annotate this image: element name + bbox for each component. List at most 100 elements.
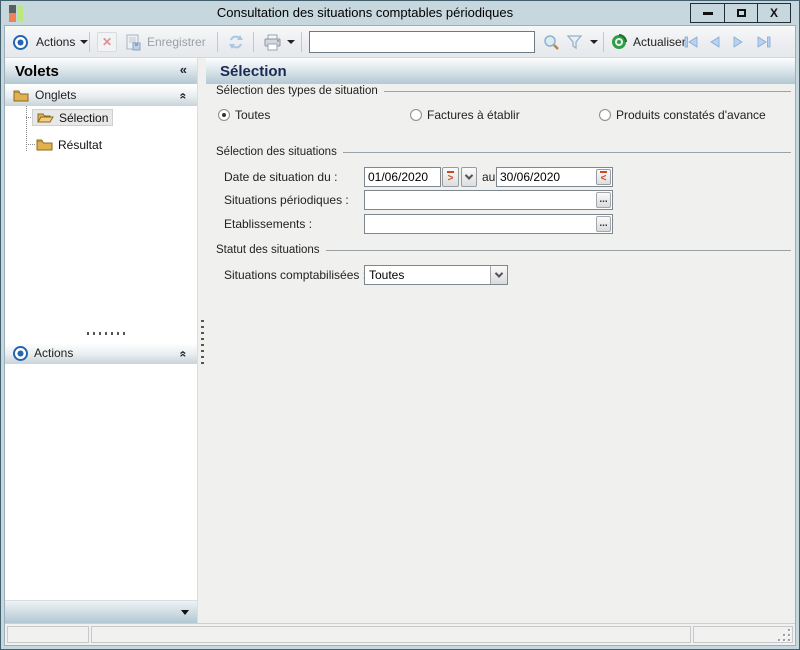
splitter-handle	[201, 320, 204, 364]
onglets-tree: Sélection Résultat	[5, 106, 197, 216]
search-button[interactable]	[543, 26, 560, 58]
overflow-arrow-icon	[181, 610, 189, 615]
search-icon	[544, 34, 559, 50]
nav-next-button[interactable]	[732, 26, 745, 58]
content-area: Volets « Onglets « Sélection Résultat Ac…	[5, 58, 795, 623]
status-cell-middle	[91, 626, 691, 643]
title-bar: Consultation des situations comptables p…	[1, 1, 799, 25]
comptabilisees-select[interactable]: Toutes	[364, 265, 508, 285]
app-icon	[9, 5, 24, 22]
folder-icon	[36, 139, 53, 151]
radio-icon[interactable]	[218, 109, 230, 121]
status-bar	[5, 623, 795, 645]
refresh-icon	[229, 35, 243, 49]
print-button[interactable]	[263, 26, 295, 58]
nav-first-icon	[684, 36, 698, 48]
actions-icon	[13, 34, 28, 50]
tree-item-label: Sélection	[59, 110, 109, 125]
actions-label: Actions	[36, 35, 76, 49]
printer-icon	[264, 34, 281, 50]
app-window: Consultation des situations comptables p…	[0, 0, 800, 650]
separator	[89, 32, 90, 52]
tree-item-selection[interactable]: Sélection	[32, 109, 114, 126]
etablissements-browse-button[interactable]: ...	[596, 216, 611, 232]
combo-dropdown-button[interactable]	[490, 266, 507, 284]
chevron-down-icon	[494, 269, 504, 278]
actualiser-label: Actualiser	[633, 35, 686, 49]
sidebar-splitter-handle[interactable]	[87, 332, 127, 335]
situations-legend: Sélection des situations	[216, 146, 791, 158]
nav-prev-icon	[710, 36, 720, 48]
etablissements-field: ...	[364, 214, 613, 234]
resize-grip[interactable]	[778, 629, 790, 641]
actions-menu-button[interactable]: Actions	[13, 26, 89, 58]
filter-icon	[566, 35, 583, 50]
date-from-dropdown-button[interactable]	[461, 167, 477, 187]
window-title: Consultation des situations comptables p…	[216, 5, 514, 20]
radio-label: Factures à établir	[427, 108, 520, 122]
nav-first-button[interactable]	[683, 26, 699, 58]
date-prev-icon: <	[600, 172, 607, 184]
radio-icon[interactable]	[599, 109, 611, 121]
save-icon	[126, 34, 141, 50]
folder-icon	[13, 90, 29, 101]
radio-toutes[interactable]: Toutes	[218, 108, 270, 122]
nav-last-button[interactable]	[756, 26, 772, 58]
save-button[interactable]: Enregistrer	[125, 26, 206, 58]
nav-prev-button[interactable]	[708, 26, 721, 58]
periodiques-input[interactable]	[365, 191, 593, 209]
minimize-button[interactable]	[691, 4, 724, 22]
date-from-picker-button[interactable]: >	[442, 167, 459, 187]
etablissements-label: Etablissements :	[224, 217, 313, 231]
sidebar-overflow-bar[interactable]	[5, 600, 197, 623]
main-panel: Sélection Sélection des types de situati…	[206, 58, 795, 623]
save-label: Enregistrer	[147, 35, 206, 49]
sidebar-header: Volets «	[5, 58, 197, 84]
date-from-input[interactable]	[364, 167, 441, 187]
selected-value: Toutes	[369, 268, 405, 282]
maximize-button[interactable]	[724, 4, 757, 22]
nav-last-icon	[757, 36, 771, 48]
date-to-input[interactable]	[497, 168, 595, 186]
actions-group-header[interactable]: Actions «	[5, 342, 197, 364]
chevron-down-icon	[464, 171, 474, 180]
types-legend: Sélection des types de situation	[216, 85, 791, 97]
radio-label: Produits constatés d'avance	[616, 108, 766, 122]
onglets-group-header[interactable]: Onglets «	[5, 84, 197, 106]
separator	[217, 32, 218, 52]
actualiser-button[interactable]: Actualiser	[611, 26, 686, 58]
date-to-picker-button[interactable]: <	[596, 169, 611, 185]
collapse-group-icon[interactable]: «	[177, 93, 191, 100]
comptabilisees-label: Situations comptabilisées :	[224, 268, 367, 282]
periodiques-browse-button[interactable]: ...	[596, 192, 611, 208]
refresh-button[interactable]	[227, 26, 245, 58]
radio-icon[interactable]	[410, 109, 422, 121]
minimize-icon	[702, 11, 713, 15]
separator	[603, 32, 604, 52]
radio-produits[interactable]: Produits constatés d'avance	[599, 108, 766, 122]
collapse-group-icon[interactable]: «	[177, 351, 191, 358]
nav-next-icon	[733, 36, 743, 48]
page-title: Sélection	[220, 62, 287, 80]
status-cell-left	[7, 626, 89, 643]
etablissements-input[interactable]	[365, 215, 593, 233]
radio-factures[interactable]: Factures à établir	[410, 108, 520, 122]
delete-button[interactable]: ✕	[97, 26, 117, 58]
collapse-sidebar-icon[interactable]: «	[180, 62, 187, 77]
filter-button[interactable]	[566, 26, 583, 58]
au-label: au	[482, 170, 496, 184]
date-label: Date de situation du :	[224, 170, 338, 184]
date-next-icon: >	[447, 172, 454, 184]
maximize-icon	[736, 9, 746, 17]
close-button[interactable]: X	[757, 4, 790, 22]
window-controls: X	[690, 3, 791, 23]
tree-item-resultat[interactable]: Résultat	[32, 136, 106, 153]
radio-label: Toutes	[235, 108, 271, 122]
actions-icon	[13, 345, 28, 361]
filter-dropdown-button[interactable]	[590, 26, 598, 58]
panel-splitter[interactable]	[198, 58, 206, 623]
actions-group-label: Actions	[34, 346, 74, 360]
toolbar: Actions ✕ Enregistrer Actualiser	[5, 26, 795, 58]
delete-icon: ✕	[101, 35, 113, 49]
search-input[interactable]	[309, 31, 535, 53]
